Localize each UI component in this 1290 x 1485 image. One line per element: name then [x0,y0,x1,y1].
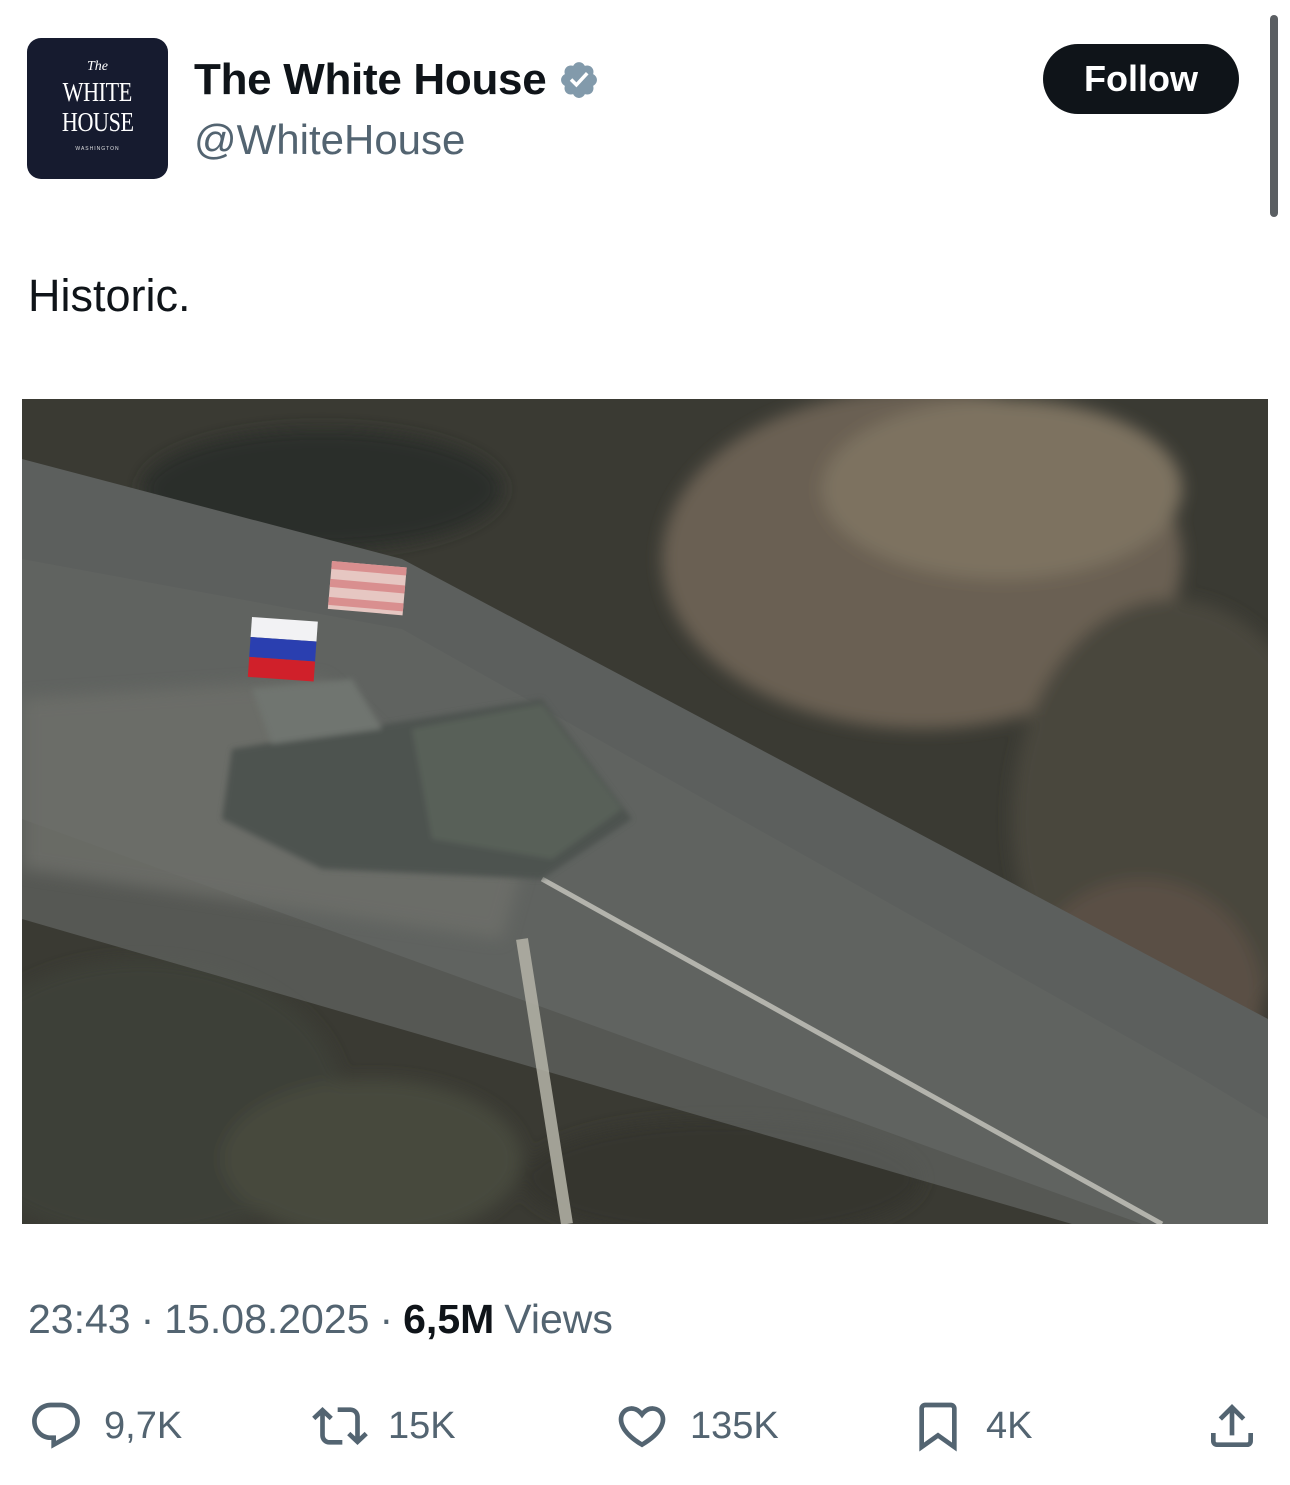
tweet-actions: 9,7K 15K 135K 4K [0,1390,1290,1462]
display-name[interactable]: The White House [194,55,547,105]
repost-button[interactable]: 15K [312,1390,456,1462]
avatar[interactable]: The WHITE HOUSE WASHINGTON [27,38,168,179]
name-row: The White House [194,53,600,107]
follow-button[interactable]: Follow [1043,44,1239,114]
like-button[interactable]: 135K [614,1390,779,1462]
tweet-media-video[interactable] [22,399,1268,1224]
tweet-date[interactable]: 15.08.2025 [164,1296,369,1342]
tweet-text: Historic. [28,270,191,321]
avatar-sub-text: WASHINGTON [75,146,120,152]
bookmark-button[interactable]: 4K [910,1390,1032,1462]
reply-icon [32,1402,80,1449]
views-label: Views [504,1296,613,1342]
like-count: 135K [690,1404,779,1447]
bookmark-count: 4K [986,1404,1033,1447]
heart-icon [618,1406,666,1448]
tweet-meta: 23:43 · 15.08.2025 · 6,5M Views [28,1296,613,1343]
reply-button[interactable]: 9,7K [28,1390,182,1462]
us-flag-icon [327,561,407,616]
avatar-the-text: The [87,59,108,74]
share-button[interactable] [1204,1390,1260,1462]
scrollbar[interactable] [1270,15,1278,217]
views-count: 6,5M [403,1296,495,1342]
tweet-time[interactable]: 23:43 [28,1296,131,1342]
reply-count: 9,7K [104,1404,183,1447]
bookmark-icon [919,1402,957,1452]
repost-count: 15K [388,1404,456,1447]
tweet-header: The WHITE HOUSE WASHINGTON The White Hou… [0,0,1290,217]
repost-icon [312,1407,368,1445]
meta-separator: · [379,1296,394,1342]
user-handle[interactable]: @WhiteHouse [194,116,465,164]
russia-flag-icon [247,617,318,682]
video-frame-image [22,399,1268,1224]
avatar-line2: HOUSE [61,107,134,137]
meta-separator: · [140,1296,155,1342]
share-icon [1211,1404,1253,1447]
avatar-line1: WHITE [62,77,133,107]
verified-badge-icon[interactable] [558,59,600,101]
